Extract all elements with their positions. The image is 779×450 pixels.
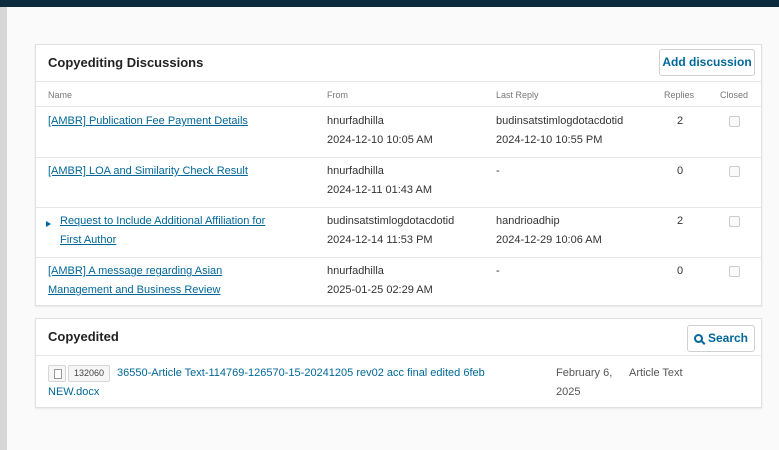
expand-caret-icon[interactable] xyxy=(46,221,51,227)
search-icon xyxy=(693,334,703,343)
column-header-last-reply: Last Reply xyxy=(496,90,539,100)
copyediting-discussions-panel: Copyediting Discussions Add discussion N… xyxy=(35,44,762,306)
from-user: budinsatstimlogdotacdotid xyxy=(327,215,455,227)
last-reply-user: - xyxy=(496,265,500,277)
content-area: Copyediting Discussions Add discussion N… xyxy=(7,7,779,450)
discussion-link[interactable]: Request to Include Additional Affiliatio… xyxy=(60,212,265,231)
column-header-replies: Replies xyxy=(664,90,695,100)
search-button-label: Search xyxy=(707,331,749,345)
search-button[interactable]: Search xyxy=(687,325,755,352)
last-reply-user: budinsatstimlogdotacdotid xyxy=(496,115,624,127)
top-bar xyxy=(0,0,779,7)
from-user: hnurfadhilla xyxy=(327,165,384,177)
add-discussion-button[interactable]: Add discussion xyxy=(659,49,755,76)
file-name-link[interactable]: 36550-Article Text-114769-126570-15-2024… xyxy=(48,364,528,402)
copyedited-header: Copyedited Search xyxy=(36,319,761,355)
discussion-link[interactable]: [AMBR] LOA and Similarity Check Result xyxy=(48,162,248,181)
copyedited-title: Copyedited xyxy=(48,329,119,344)
discussion-link[interactable]: [AMBR] A message regarding Asian xyxy=(48,262,222,281)
closed-checkbox[interactable] xyxy=(729,166,740,177)
closed-checkbox[interactable] xyxy=(729,266,740,277)
replies-count: 2 xyxy=(676,215,684,227)
from-date: 2025-01-25 02:29 AM xyxy=(327,284,433,296)
last-reply-date: 2024-12-29 10:06 AM xyxy=(496,234,602,246)
replies-count: 2 xyxy=(676,115,684,127)
discussion-link[interactable]: Management and Business Review xyxy=(48,281,220,300)
replies-count: 0 xyxy=(676,265,684,277)
file-type: Article Text xyxy=(629,367,683,379)
discussion-row: [AMBR] LOA and Similarity Check Result h… xyxy=(36,158,761,208)
from-date: 2024-12-10 10:05 AM xyxy=(327,134,433,146)
divider xyxy=(36,81,761,82)
column-header-closed: Closed xyxy=(720,90,749,100)
closed-checkbox[interactable] xyxy=(729,116,740,127)
discussion-link[interactable]: [AMBR] Publication Fee Payment Details xyxy=(48,112,248,131)
replies-count: 0 xyxy=(676,165,684,177)
closed-checkbox[interactable] xyxy=(729,216,740,227)
copyedited-panel: Copyedited Search 132060 36550-Article T… xyxy=(35,318,762,408)
from-date: 2024-12-14 11:53 PM xyxy=(327,234,433,246)
discussion-row: [AMBR] Publication Fee Payment Details h… xyxy=(36,107,761,157)
divider xyxy=(36,355,761,356)
from-date: 2024-12-11 01:43 AM xyxy=(327,184,432,196)
file-date: February 6, 2025 xyxy=(556,367,613,398)
last-reply-user: handrioadhip xyxy=(496,215,560,227)
last-reply-user: - xyxy=(496,165,500,177)
discussion-row: [AMBR] A message regarding Asian Managem… xyxy=(36,258,761,308)
column-header-from: From xyxy=(327,90,348,100)
discussions-header: Copyediting Discussions Add discussion xyxy=(36,45,761,81)
last-reply-date: 2024-12-10 10:55 PM xyxy=(496,134,603,146)
discussion-link[interactable]: First Author xyxy=(60,231,116,250)
from-user: hnurfadhilla xyxy=(327,265,384,277)
from-user: hnurfadhilla xyxy=(327,115,384,127)
column-header-name: Name xyxy=(48,90,73,100)
discussion-row: Request to Include Additional Affiliatio… xyxy=(36,208,761,258)
discussions-title: Copyediting Discussions xyxy=(48,55,204,70)
left-strip xyxy=(0,7,7,450)
